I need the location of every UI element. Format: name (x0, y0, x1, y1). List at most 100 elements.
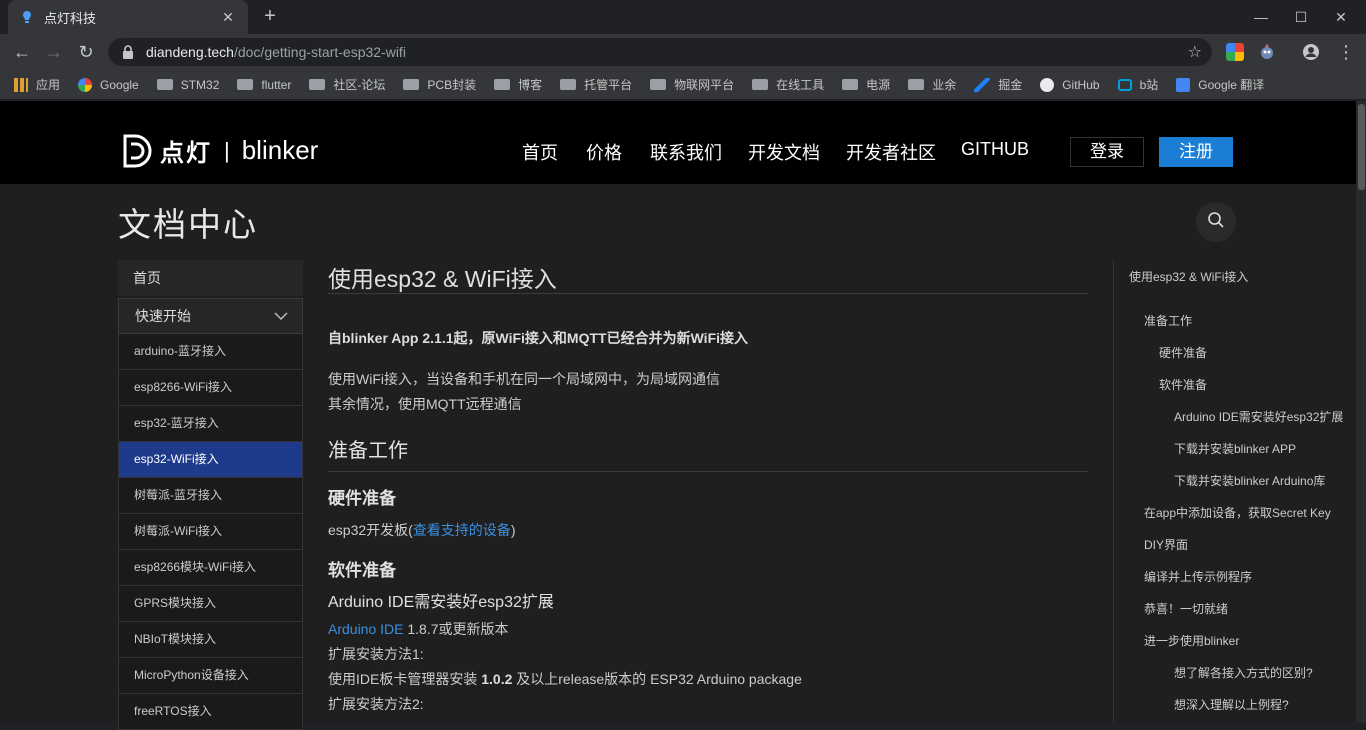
bookmark-item[interactable]: Google 翻译 (1176, 76, 1264, 93)
sidebar-item[interactable]: NBIoT模块接入 (118, 622, 303, 658)
method1-pre: 使用IDE板卡管理器安装 (328, 671, 482, 687)
toc-item[interactable]: 想了解各接入方式的区别? (1174, 664, 1313, 681)
nav-github[interactable]: GITHUB (961, 139, 1029, 160)
url-path: /doc/getting-start-esp32-wifi (233, 44, 406, 60)
browser-toolbar: ← → ↻ diandeng.tech /doc/getting-start-e… (0, 34, 1366, 70)
bookmark-item[interactable]: STM32 (156, 77, 220, 92)
sidebar-item[interactable]: esp8266模块-WiFi接入 (118, 550, 303, 586)
bookmark-item[interactable]: 托管平台 (560, 76, 632, 93)
nav-community[interactable]: 开发者社区 (846, 139, 936, 165)
toc-item[interactable]: DIY界面 (1144, 536, 1188, 553)
bookmark-label: STM32 (180, 77, 220, 92)
heading-arduino-ide: Arduino IDE需安装好esp32扩展 (328, 594, 554, 611)
close-tab-icon[interactable]: ✕ (220, 9, 236, 26)
sidebar-group-quickstart[interactable]: 快速开始 (118, 298, 303, 334)
sidebar-item[interactable]: 树莓派-蓝牙接入 (118, 478, 303, 514)
sidebar-group-label: 快速开始 (135, 308, 191, 324)
bookmark-label: 博客 (518, 78, 543, 92)
sidebar-item-home[interactable]: 首页 (118, 260, 303, 296)
toc-item[interactable]: 软件准备 (1159, 376, 1207, 393)
sidebar-item[interactable]: freeRTOS接入 (118, 694, 303, 730)
reload-icon[interactable]: ↻ (74, 40, 98, 64)
bulb-favicon-icon (20, 10, 34, 24)
bookmark-item[interactable]: 物联网平台 (650, 76, 734, 93)
menu-kebab-icon[interactable]: ⋮ (1334, 40, 1358, 64)
folder-icon (650, 79, 667, 90)
bookmark-item[interactable]: 应用 (14, 76, 60, 93)
new-tab-button[interactable]: + (258, 5, 282, 29)
folder-icon (494, 79, 511, 90)
sidebar-item[interactable]: esp32-蓝牙接入 (118, 406, 303, 442)
toc-item[interactable]: 下载并安装blinker Arduino库 (1174, 472, 1325, 489)
login-button[interactable]: 登录 (1070, 137, 1144, 167)
heading-software: 软件准备 (328, 561, 396, 580)
site-logo[interactable]: 点灯 | blinker (122, 133, 318, 168)
bookmark-item[interactable]: b站 (1117, 76, 1158, 93)
toc-item[interactable]: 编译并上传示例程序 (1144, 568, 1252, 585)
toc-item[interactable]: 准备工作 (1144, 312, 1192, 329)
doc-page: 文档中心 首页 快速开始 arduino-蓝牙接入 esp8266-WiFi接入 e… (0, 184, 1356, 730)
register-button[interactable]: 注册 (1159, 137, 1233, 167)
bookmark-item[interactable]: 电源 (842, 76, 890, 93)
bookmark-item[interactable]: 在线工具 (752, 76, 824, 93)
bookmark-item[interactable]: 社区-论坛 (309, 76, 385, 93)
extension-colorful-icon[interactable] (1226, 43, 1244, 61)
ide-version-text: 1.8.7或更新版本 (403, 621, 509, 637)
bookmark-star-icon[interactable]: ☆ (1188, 42, 1202, 62)
sidebar-item-list: arduino-蓝牙接入 esp8266-WiFi接入 esp32-蓝牙接入 esp3… (118, 334, 303, 730)
bookmark-label: GitHub (1062, 77, 1100, 92)
toc-item[interactable]: 恭喜！一切就绪 (1144, 600, 1228, 617)
method1-post: 及以上release版本的 ESP32 Arduino package (512, 671, 802, 687)
sidebar-item[interactable]: esp8266-WiFi接入 (118, 370, 303, 406)
bookmark-item[interactable]: 掘金 (974, 76, 1022, 93)
bookmark-item[interactable]: PCB封装 (403, 76, 476, 93)
folder-icon (752, 79, 769, 90)
nav-docs[interactable]: 开发文档 (748, 139, 820, 165)
forward-icon[interactable]: → (42, 40, 66, 64)
sidebar-item[interactable]: GPRS模块接入 (118, 586, 303, 622)
toc-item[interactable]: 使用esp32 & WiFi接入 (1129, 268, 1248, 285)
bookmark-item[interactable]: Google (78, 77, 139, 92)
bilibili-icon (1117, 78, 1132, 91)
folder-icon (560, 79, 577, 90)
toc-item[interactable]: 在app中添加设备，获取Secret Key (1144, 504, 1331, 521)
nav-home[interactable]: 首页 (522, 139, 558, 165)
nav-contact[interactable]: 联系我们 (650, 139, 722, 165)
url-host: diandeng.tech (146, 44, 234, 60)
nav-pricing[interactable]: 价格 (586, 139, 622, 165)
bookmark-item[interactable]: 博客 (494, 76, 542, 93)
bookmark-label: PCB封装 (427, 78, 477, 92)
hardware-text-end: ) (510, 522, 516, 538)
bookmark-item[interactable]: flutter (237, 78, 291, 92)
bookmark-label: 电源 (866, 78, 891, 92)
bookmarks-bar: 应用 Google STM32 flutter 社区-论坛 PCB封装 博客 托管平台 物联网平… (0, 70, 1366, 100)
address-bar[interactable]: diandeng.tech /doc/getting-start-esp32-w… (108, 38, 1212, 66)
sidebar-item[interactable]: esp32-WiFi接入 (118, 442, 303, 478)
folder-icon (842, 79, 859, 90)
page-scrollbar-thumb[interactable] (1358, 104, 1365, 190)
profile-avatar-icon[interactable] (1302, 43, 1320, 61)
page-scrollbar[interactable] (1356, 101, 1366, 723)
browser-tab[interactable]: 点灯科技 ✕ (8, 0, 248, 34)
folder-icon (309, 79, 326, 90)
supported-devices-link[interactable]: 查看支持的设备 (413, 522, 511, 538)
search-button[interactable] (1196, 202, 1236, 242)
extension-robot-icon[interactable] (1258, 43, 1276, 61)
bookmark-label: flutter (261, 77, 292, 92)
toc-item[interactable]: 想深入理解以上例程? (1174, 696, 1289, 713)
toc-item[interactable]: 硬件准备 (1159, 344, 1207, 361)
back-icon[interactable]: ← (10, 40, 34, 64)
arduino-ide-link[interactable]: Arduino IDE (328, 621, 403, 637)
bookmark-label: 托管平台 (584, 78, 633, 92)
intro-line-1: 使用WiFi接入，当设备和手机在同一个局域网中，为局域网通信 (328, 371, 720, 387)
sidebar-item[interactable]: 树莓派-WiFi接入 (118, 514, 303, 550)
bookmark-item[interactable]: 业余 (908, 76, 956, 93)
bookmark-label: Google (100, 77, 139, 92)
bookmark-item[interactable]: GitHub (1040, 77, 1100, 92)
toc-item[interactable]: 进一步使用blinker (1144, 632, 1239, 649)
close-window-icon[interactable]: ✕ (1318, 0, 1364, 34)
toc-item[interactable]: 下载并安装blinker APP (1174, 440, 1296, 457)
method1-line: 使用IDE板卡管理器安装 1.0.2 及以上release版本的 ESP32 A… (328, 669, 802, 689)
toc-item[interactable]: Arduino IDE需安装好esp32扩展 (1174, 408, 1343, 425)
sidebar-item[interactable]: MicroPython设备接入 (118, 658, 303, 694)
